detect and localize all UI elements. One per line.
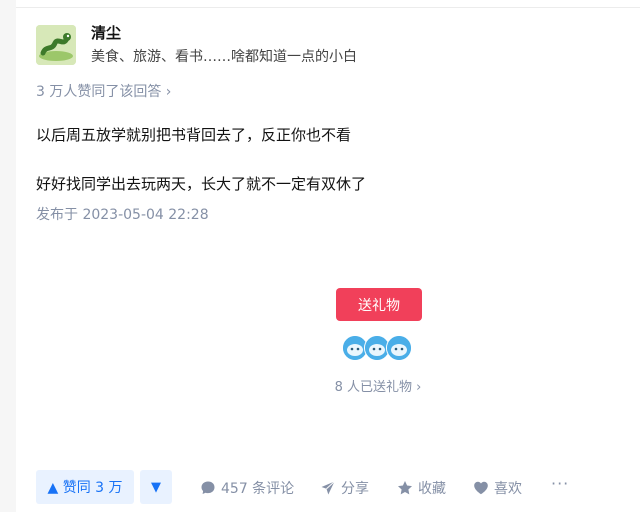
heart-icon bbox=[474, 481, 488, 495]
action-bar: ▲ 赞同 3 万 ▼ 457 条评论 分享 收藏 喜欢 ··· bbox=[16, 464, 640, 512]
avatar-image bbox=[36, 25, 76, 65]
author-name[interactable]: 清尘 bbox=[91, 22, 121, 43]
author-avatar[interactable] bbox=[36, 25, 76, 65]
send-gift-button[interactable]: 送礼物 bbox=[336, 288, 422, 321]
star-icon bbox=[398, 481, 412, 495]
upvote-summary-link[interactable]: 3 万人赞同了该回答 › bbox=[36, 81, 171, 101]
answer-paragraph: 好好找同学出去玩两天，长大了就不一定有双休了 bbox=[36, 175, 367, 193]
like-button[interactable]: 喜欢 bbox=[473, 478, 522, 498]
answer-paragraph: 以后周五放学就别把书背回去了，反正你也不看 bbox=[36, 126, 352, 144]
upvote-button[interactable]: ▲ 赞同 3 万 bbox=[36, 470, 134, 504]
like-label: 喜欢 bbox=[494, 481, 522, 497]
downvote-button[interactable]: ▼ bbox=[140, 470, 172, 504]
answer-card: 清尘 美食、旅游、看书……啥都知道一点的小白 3 万人赞同了该回答 › 以后周五… bbox=[16, 0, 640, 512]
gift-giver-avatars[interactable] bbox=[342, 335, 422, 361]
share-button[interactable]: 分享 bbox=[320, 478, 369, 498]
publish-time: 发布于 2023-05-04 22:28 bbox=[36, 207, 209, 223]
comment-count: 457 条评论 bbox=[221, 481, 295, 497]
divider bbox=[16, 7, 640, 8]
author-bio: 美食、旅游、看书……啥都知道一点的小白 bbox=[91, 49, 357, 65]
share-icon bbox=[321, 481, 335, 495]
comment-icon bbox=[201, 481, 215, 494]
favorite-button[interactable]: 收藏 bbox=[397, 478, 446, 498]
comment-button[interactable]: 457 条评论 bbox=[200, 478, 294, 498]
share-label: 分享 bbox=[341, 481, 369, 497]
favorite-label: 收藏 bbox=[418, 481, 446, 497]
gift-count-link[interactable]: 8 人已送礼物 › bbox=[16, 376, 640, 395]
gift-giver-avatar bbox=[386, 335, 412, 361]
more-options-button[interactable]: ··· bbox=[551, 474, 569, 493]
